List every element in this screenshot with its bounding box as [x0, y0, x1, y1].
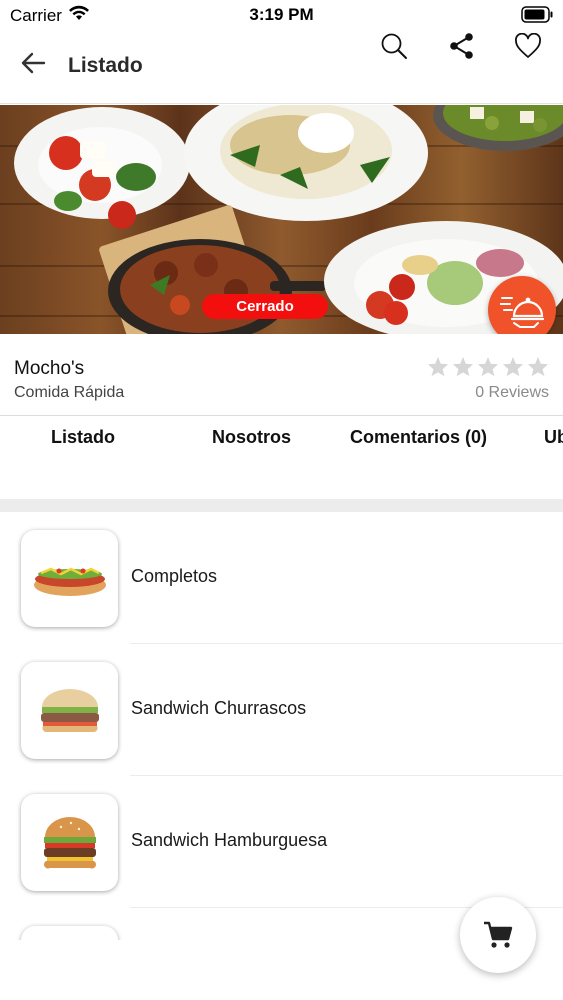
burger-thumbnail — [21, 794, 118, 891]
tab-nosotros[interactable]: Nosotros — [212, 427, 291, 448]
sandwich-thumbnail — [21, 926, 118, 940]
steak-sandwich-icon — [40, 688, 99, 732]
hotdog-thumbnail — [21, 530, 118, 627]
clock: 3:19 PM — [249, 5, 314, 24]
rating-stars[interactable] — [427, 356, 549, 377]
search-button[interactable] — [378, 30, 410, 62]
cart-button[interactable] — [460, 897, 536, 973]
back-button[interactable] — [18, 48, 48, 78]
tab-ubicacion[interactable]: Ub — [544, 427, 563, 448]
item-label: Completos — [131, 566, 218, 586]
section-divider — [0, 499, 563, 512]
category-list: Completos Sandwich Churrascos Sandwich H… — [0, 512, 563, 940]
page-title: Listado — [68, 54, 143, 77]
battery-icon — [521, 6, 553, 23]
burger-icon — [43, 816, 96, 869]
star-icon — [502, 356, 524, 377]
reviews-count[interactable]: 0 Reviews — [475, 384, 549, 402]
star-icon — [527, 356, 549, 377]
heart-icon — [515, 33, 541, 58]
star-icon — [477, 356, 499, 377]
arrow-left-icon — [21, 52, 46, 74]
list-item[interactable]: Completos — [0, 512, 563, 644]
favorite-button[interactable] — [512, 30, 544, 62]
status-bar: Carrier 3:19 PM — [0, 0, 563, 30]
food-delivery-icon — [500, 297, 544, 328]
sandwich-thumbnail — [21, 662, 118, 759]
nav-bar: Listado — [0, 30, 563, 104]
item-label: Sandwich Hamburguesa — [131, 830, 328, 850]
store-category: Comida Rápida — [14, 384, 125, 401]
search-icon — [381, 33, 407, 59]
list-item[interactable]: Sandwich Hamburguesa — [0, 776, 563, 908]
store-name: Mocho's — [14, 358, 85, 379]
star-icon — [452, 356, 474, 377]
share-icon — [450, 33, 473, 59]
star-icon — [427, 356, 449, 377]
tab-comentarios[interactable]: Comentarios (0) — [350, 427, 487, 448]
share-button[interactable] — [446, 30, 478, 62]
section-tabs: Listado Nosotros Comentarios (0) Ub — [0, 417, 563, 499]
hotdog-icon — [33, 567, 106, 596]
item-label: Sandwich Churrascos — [131, 698, 307, 718]
list-item[interactable]: Sandwich Churrascos — [0, 644, 563, 776]
store-info: Mocho's Comida Rápida 0 Reviews — [0, 334, 563, 416]
shopping-cart-icon — [484, 921, 513, 948]
store-cover-image: Cerrado — [0, 105, 563, 334]
closed-status-badge: Cerrado — [202, 294, 328, 319]
tab-listado[interactable]: Listado — [51, 427, 115, 448]
